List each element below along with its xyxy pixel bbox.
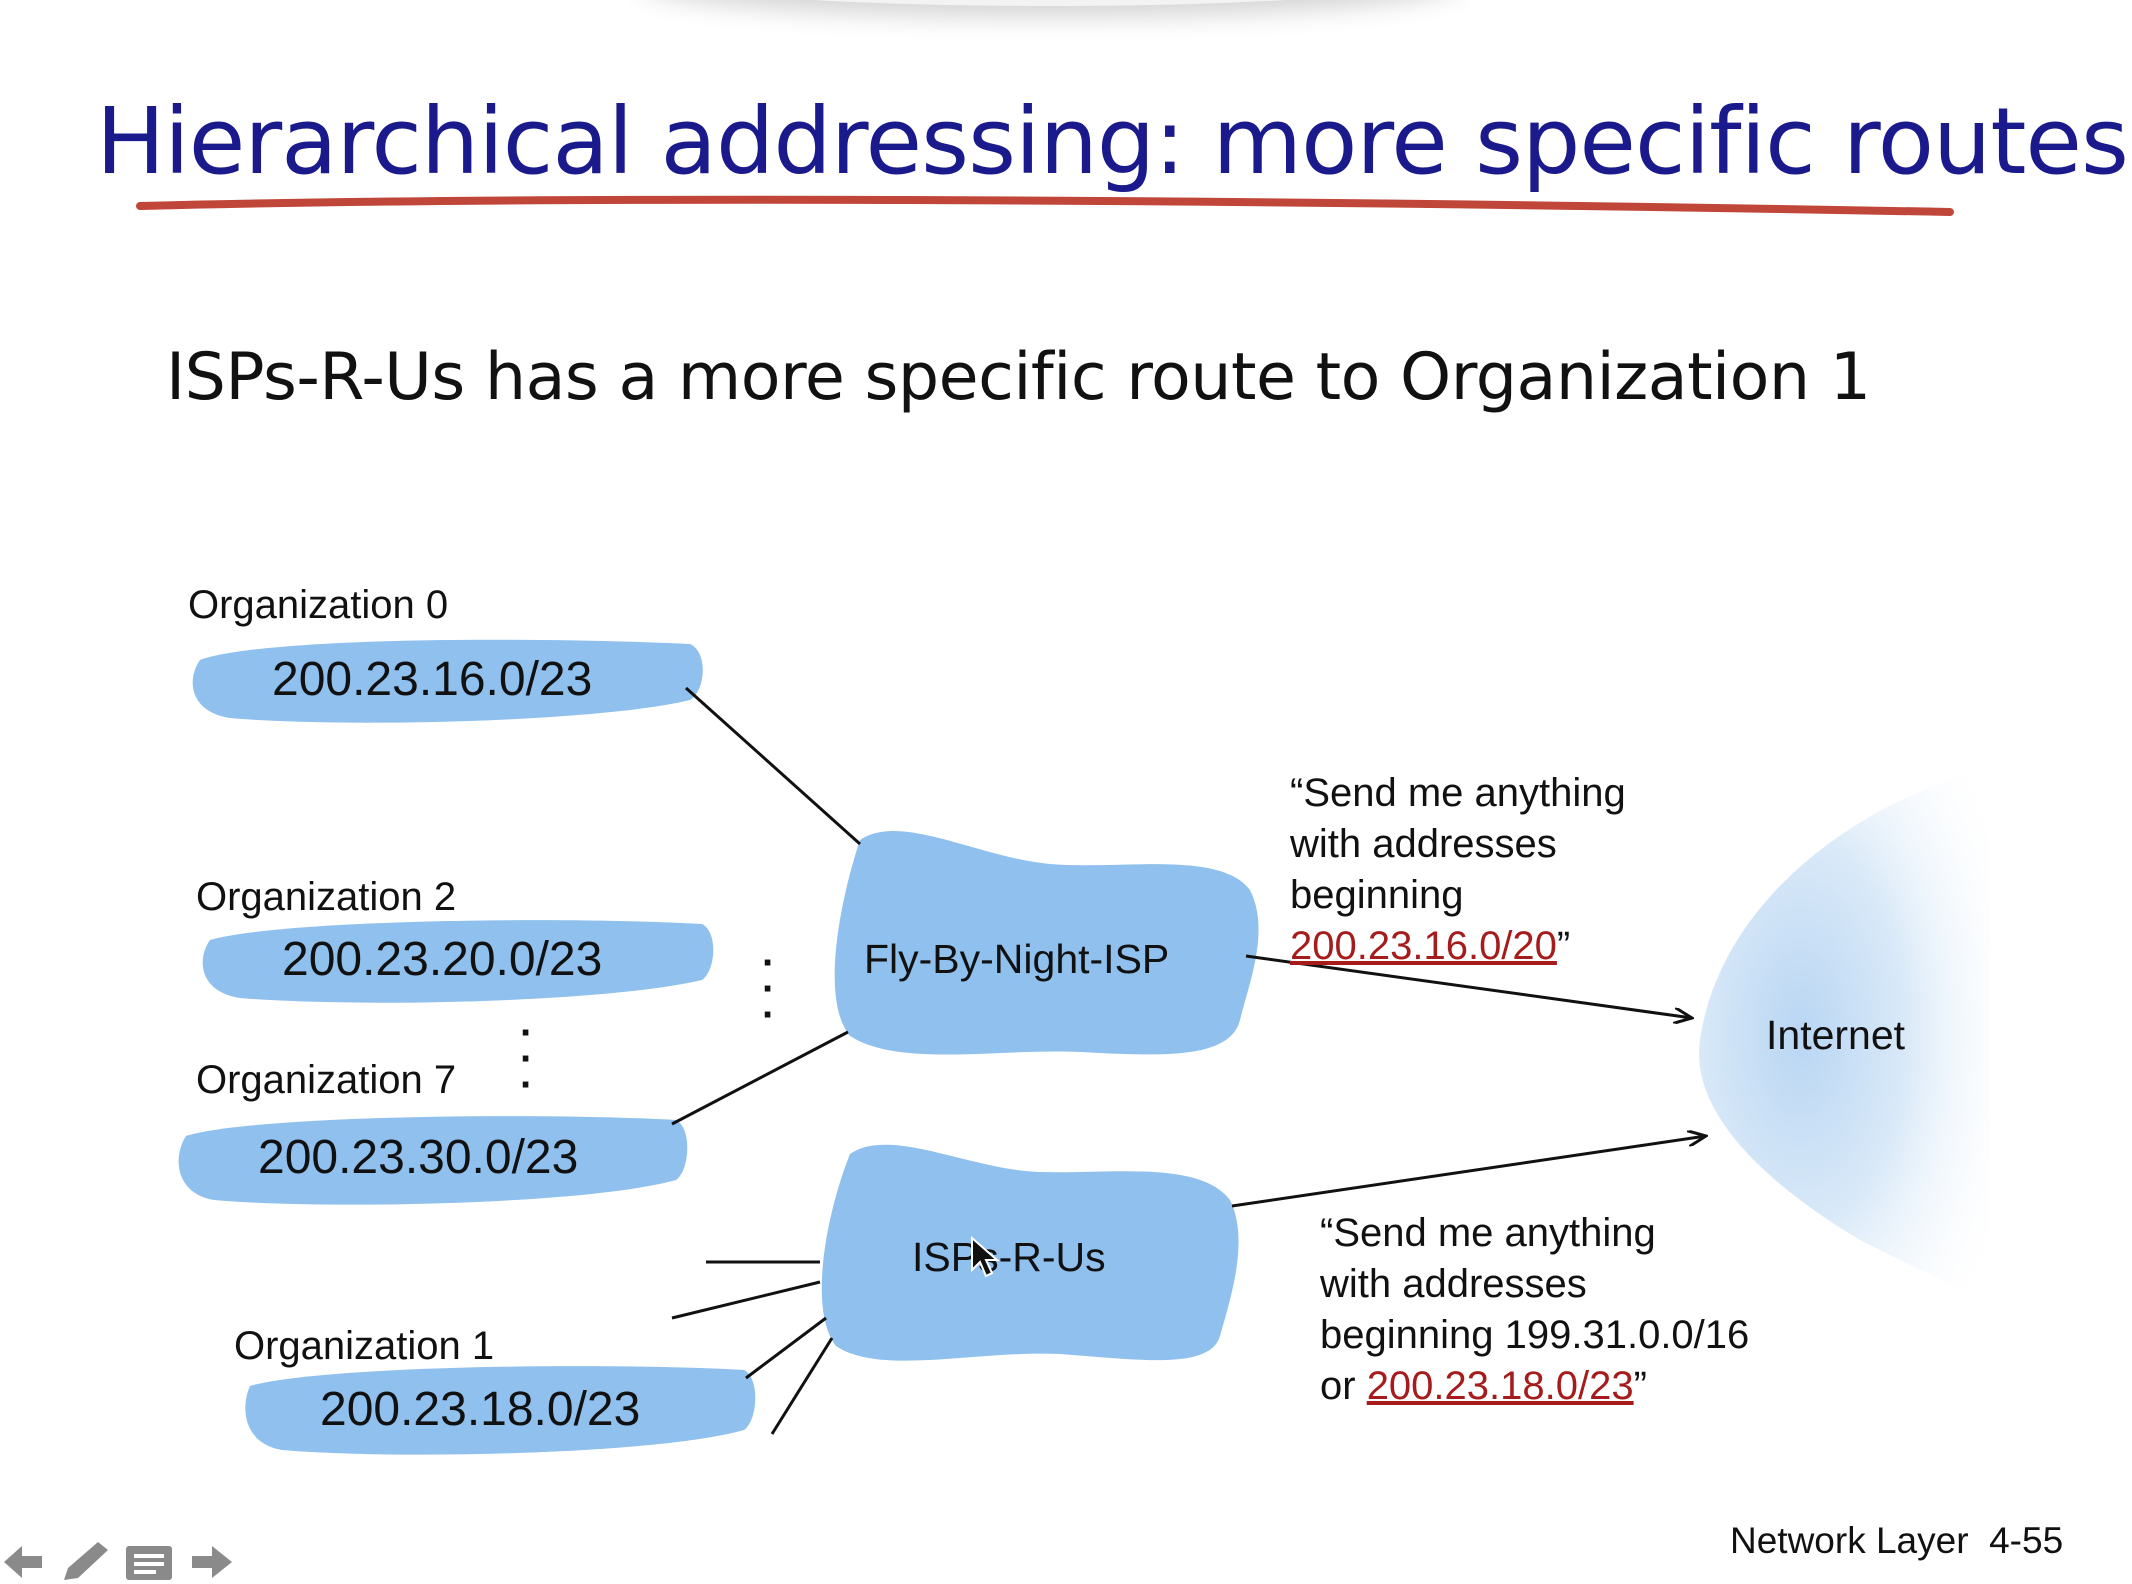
close-quote: ” [1633,1364,1647,1408]
fly-by-night-announcement: “Send me anything with addresses beginni… [1290,768,1626,972]
link-org7-flybynight [671,1030,849,1126]
slide-nav-toolbar [0,1540,240,1584]
announcement-line: with addresses [1320,1262,1587,1306]
internet-label: Internet [1766,1012,1906,1058]
or-text: or [1320,1364,1367,1408]
pen-icon[interactable] [58,1540,112,1584]
announcement-line: beginning 199.31.0.0/16 [1320,1313,1750,1357]
close-quote: ” [1556,924,1571,968]
announcement-prefix-line: 200.23.16.0/20” [1290,921,1626,972]
org0-label: Organization 0 [188,583,449,627]
isps-r-us-announcement: “Send me anything with addresses beginni… [1320,1208,1749,1412]
announcement-prefix-line: or 200.23.18.0/23” [1320,1361,1749,1412]
ellipsis-dots-isp: · · · [762,941,776,1037]
announcement-prefix-link[interactable]: 200.23.18.0/23 [1367,1364,1634,1408]
arrow-left-icon[interactable] [0,1540,46,1584]
announcement-line: “Send me anything [1320,1211,1656,1255]
title-underline [136,195,1954,216]
announcement-prefix-link[interactable]: 200.23.16.0/20 [1290,924,1557,968]
mouse-cursor-icon [971,1236,1000,1278]
org7-prefix: 200.23.30.0/23 [258,1131,579,1184]
fly-by-night-isp-label: Fly-By-Night-ISP [864,936,1170,982]
org7-label: Organization 7 [196,1058,457,1102]
ispsrus-to-internet-arrow [1231,1136,1706,1208]
org2-prefix: 200.23.20.0/23 [282,933,603,986]
link-org0-flybynight [684,686,862,846]
slide-subtitle: ISPs-R-Us has a more specific route to O… [166,340,1871,415]
announcement-line: beginning [1290,873,1464,917]
menu-icon[interactable] [124,1540,174,1584]
org0-prefix: 200.23.16.0/23 [272,653,593,706]
announcement-line: “Send me anything [1290,771,1626,815]
org1-label: Organization 1 [234,1324,495,1368]
org1-prefix: 200.23.18.0/23 [320,1383,641,1436]
slide-footer: Network Layer 4-55 [1730,1520,2064,1561]
link-stub-2 [671,1280,821,1320]
arrow-right-icon[interactable] [188,1540,236,1584]
isps-r-us-label: ISPs-R-Us [912,1234,1106,1280]
announcement-line: with addresses [1290,822,1557,866]
ellipsis-dots-orgs: · · · [520,1011,534,1107]
org2-label: Organization 2 [196,875,457,919]
